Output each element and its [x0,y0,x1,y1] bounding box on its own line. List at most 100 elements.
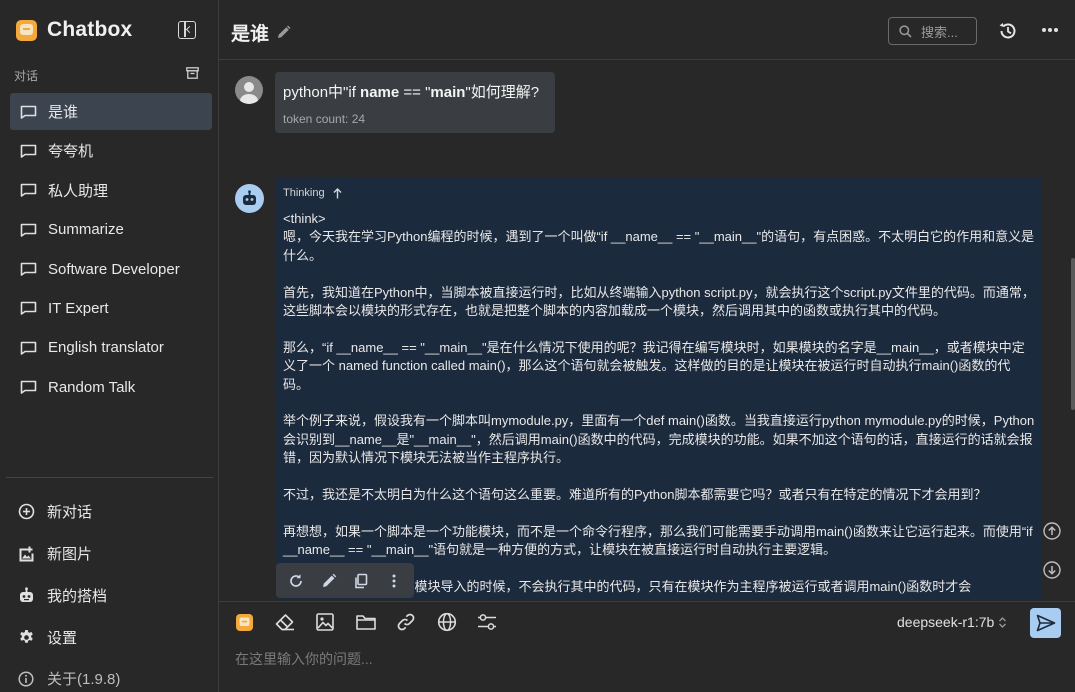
section-label: 对话 [14,69,39,83]
chatbox-logo-icon [16,19,37,41]
message-input[interactable] [235,649,1025,669]
conversation-label: Random Talk [48,378,136,396]
chat-title-wrap: 是谁 [231,19,291,46]
thinking-paragraph: 那么，“if __name__ == "__main__"是在什么情况下使用的呢… [283,339,1025,392]
send-button[interactable] [1030,608,1061,638]
thinking-paragraph: 举个例子来说，假设我有一个脚本叫mymodule.py，里面有一个def mai… [283,413,1035,466]
thinking-content: <think> 嗯，今天我在学习Python编程的时候，遇到了一个叫做“if _… [283,210,1035,600]
composer-toolbar [234,612,497,632]
chat-bubble-icon [20,262,37,276]
conversation-list: 是谁 夸夸机 私人助理 Summarize Software Developer… [10,93,212,408]
model-selector[interactable]: deepseek-r1:7b [897,614,1007,630]
chat-bubble-icon [20,144,37,158]
chat-bubble-icon [20,223,37,237]
user-message: python中"if name == "main"如何理解? token cou… [275,72,555,133]
sliders-icon [478,614,496,630]
conversation-label: Summarize [48,221,124,239]
thinking-label: Thinking [283,187,325,199]
thinking-paragraph: 首先，我知道在Python中，当脚本被直接运行时，比如从终端输入python s… [283,284,1035,319]
about-button[interactable]: 关于(1.9.8) [18,668,120,689]
new-chat-label: 新对话 [47,503,93,521]
chatbox-logo-icon [235,613,253,631]
globe-icon [437,612,456,632]
more-options-icon[interactable] [1042,28,1058,33]
new-chat-button[interactable]: 新对话 [18,490,208,532]
refresh-icon [290,573,303,587]
robot-icon [20,586,33,602]
pencil-icon [322,573,336,587]
edit-message-button[interactable] [320,572,338,590]
robot-icon [243,190,256,205]
conversation-item[interactable]: 是谁 [10,93,212,130]
conversation-item[interactable]: 夸夸机 [10,132,212,169]
conversation-label: Software Developer [48,260,180,278]
scroll-to-top-icon[interactable] [1043,522,1061,540]
link-icon [397,613,415,631]
gear-icon [20,629,33,643]
conversation-item[interactable]: English translator [10,329,212,366]
copy-message-button[interactable] [352,572,370,590]
messages-scrollbar[interactable] [1071,258,1075,410]
settings-label: 设置 [47,629,78,647]
message-more-button[interactable] [385,572,403,590]
my-copilots-button[interactable]: 我的搭档 [18,574,208,616]
model-name: deepseek-r1:7b [897,614,995,630]
sidebar: Chatbox 对话 是谁 夸夸机 私人助理 Summarize Softwar… [0,0,219,692]
brand: Chatbox [16,18,132,42]
web-search-button[interactable] [437,612,457,632]
conversation-label: 夸夸机 [48,143,94,161]
new-image-button[interactable]: 新图片 [18,532,208,574]
attach-link-button[interactable] [396,612,416,632]
regenerate-button[interactable] [287,572,305,590]
send-icon [1036,614,1055,632]
assistant-message: Thinking <think> 嗯，今天我在学习Python编程的时候，遇到了… [275,177,1041,600]
conversation-label: 是谁 [48,104,79,121]
thinking-toggle[interactable]: Thinking [283,187,342,199]
new-image-label: 新图片 [47,545,93,563]
arrow-up-icon [333,187,342,198]
archive-icon[interactable] [186,67,199,79]
conversation-item[interactable]: IT Expert [10,290,212,327]
vertical-dots-icon [392,574,396,587]
user-question: python中"if name == "main"如何理解? [283,84,540,101]
info-icon [18,670,34,687]
search-placeholder: 搜索... [921,24,958,40]
clear-context-button[interactable] [275,612,295,632]
chat-bubble-icon [20,105,37,119]
edit-title-icon[interactable] [276,25,291,40]
about-label: 关于(1.9.8) [47,671,121,688]
settings-button[interactable]: 设置 [18,616,208,658]
conversation-label: 私人助理 [48,182,109,200]
history-icon[interactable] [998,21,1018,41]
image-icon [316,613,334,631]
attach-file-button[interactable] [355,612,376,632]
attach-image-button[interactable] [315,612,335,632]
message-toolbar [276,563,414,598]
assistant-avatar [235,184,264,213]
app-name: Chatbox [47,18,133,41]
eraser-icon [275,614,294,631]
conversation-item[interactable]: 私人助理 [10,172,212,209]
collapse-sidebar-icon[interactable] [178,21,196,39]
user-avatar [235,76,263,104]
scroll-to-bottom-icon[interactable] [1043,561,1061,579]
plus-circle-icon [18,503,35,519]
copilot-selector-button[interactable] [234,612,254,632]
conversation-item[interactable]: Random Talk [10,369,212,406]
conversation-item[interactable]: Software Developer [10,251,212,288]
chevron-up-down-icon [999,616,1007,628]
chat-settings-button[interactable] [477,612,497,632]
token-count: token count: 24 [283,112,366,126]
conversation-item[interactable]: Summarize [10,211,212,248]
conversation-label: IT Expert [48,299,109,317]
search-icon [899,24,912,38]
sidebar-divider [6,477,213,478]
chat-bubble-icon [20,302,37,316]
thinking-paragraph: 嗯，今天我在学习Python编程的时候，遇到了一个叫做“if __name__ … [283,229,1035,263]
chat-bubble-icon [20,380,37,395]
thinking-paragraph: 不过，我还是不太明白为什么这个语句这么重要。难道所有的Python脚本都需要它吗… [283,487,987,503]
think-tag: <think> [283,211,326,226]
search-input[interactable]: 搜索... [888,17,977,45]
thinking-paragraph: 再想想，如果一个脚本是一个功能模块，而不是一个命令行程序，那么我们可能需要手动调… [283,523,1033,558]
page-title: 是谁 [231,24,270,45]
